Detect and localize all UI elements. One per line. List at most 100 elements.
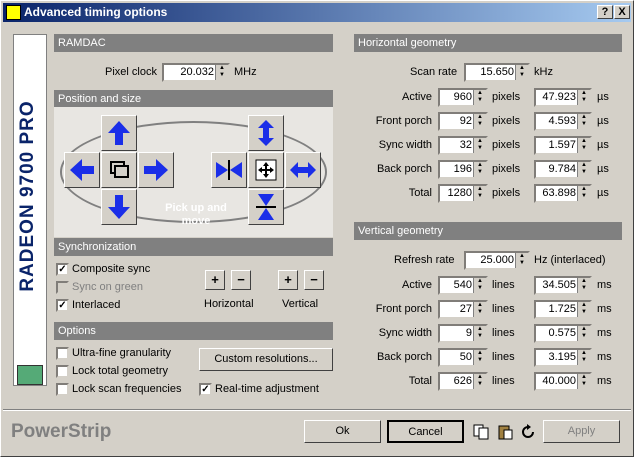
close-button[interactable]: X bbox=[614, 5, 630, 19]
copy-icon[interactable] bbox=[473, 424, 489, 440]
horizontal-row-time-spinner[interactable]: 9.784 ▲ ▼ bbox=[534, 160, 592, 179]
horizontal-row-time-spinner[interactable]: 4.593 ▲ ▼ bbox=[534, 112, 592, 131]
sync-header: Synchronization bbox=[54, 238, 333, 256]
spinner-arrows-icon[interactable]: ▲ ▼ bbox=[515, 253, 528, 268]
spinner-arrows-icon[interactable]: ▲ ▼ bbox=[577, 114, 590, 129]
ok-button[interactable]: Ok bbox=[304, 420, 381, 443]
vertical-row-time-spinner[interactable]: 3.195 ▲ ▼ bbox=[534, 348, 592, 367]
vertical-row-value: 540 bbox=[453, 279, 472, 291]
window-title: Advanced timing options bbox=[24, 5, 168, 19]
arrow-vertical-shrink-icon bbox=[256, 194, 276, 220]
arrow-down-icon bbox=[108, 195, 130, 219]
vertical-row-time-unit: ms bbox=[597, 279, 612, 291]
horizontal-row-time-spinner[interactable]: 63.898 ▲ ▼ bbox=[534, 184, 592, 203]
pixel-clock-spinner[interactable]: 20.032 ▲ ▼ bbox=[162, 63, 230, 82]
scan-rate-unit: kHz bbox=[534, 66, 553, 78]
refresh-rate-spinner[interactable]: 25.000 ▲ ▼ bbox=[464, 251, 530, 270]
horizontal-row-value: 196 bbox=[453, 163, 472, 175]
spinner-arrows-icon[interactable]: ▲ ▼ bbox=[577, 374, 590, 389]
vertical-row-time-spinner[interactable]: 1.725 ▲ ▼ bbox=[534, 300, 592, 319]
refresh-icon[interactable] bbox=[520, 424, 536, 440]
lock-total-checkbox[interactable] bbox=[56, 365, 69, 378]
horizontal-sync-plus-button[interactable]: + bbox=[205, 270, 225, 290]
lock-scan-checkbox[interactable] bbox=[56, 383, 69, 396]
pixel-clock-unit: MHz bbox=[234, 66, 257, 78]
windows-icon bbox=[110, 161, 129, 178]
spinner-arrows-icon[interactable]: ▲ ▼ bbox=[577, 326, 590, 341]
ramdac-header: RAMDAC bbox=[54, 34, 333, 52]
composite-sync-checkbox[interactable]: ✓ bbox=[56, 263, 69, 276]
interlaced-checkbox[interactable]: ✓ bbox=[56, 299, 69, 312]
horizontal-row-time-spinner[interactable]: 1.597 ▲ ▼ bbox=[534, 136, 592, 155]
vertical-row-time-spinner[interactable]: 40.000 ▲ ▼ bbox=[534, 372, 592, 391]
lock-total-label: Lock total geometry bbox=[72, 365, 168, 377]
realtime-adjustment-checkbox[interactable]: ✓ bbox=[199, 383, 212, 396]
paste-icon[interactable] bbox=[497, 424, 513, 440]
spinner-arrows-icon[interactable]: ▲ ▼ bbox=[515, 65, 528, 80]
vertical-row-time-spinner[interactable]: 34.505 ▲ ▼ bbox=[534, 276, 592, 295]
vertical-sync-label: Vertical bbox=[282, 298, 319, 310]
help-button[interactable]: ? bbox=[597, 5, 613, 19]
interlaced-label: Interlaced bbox=[72, 299, 121, 311]
horizontal-row-value: 1280 bbox=[447, 187, 472, 199]
spinner-arrows-icon[interactable]: ▲ ▼ bbox=[577, 90, 590, 105]
vertical-row-value: 27 bbox=[459, 303, 472, 315]
footer-divider bbox=[3, 409, 631, 411]
narrower-button[interactable] bbox=[211, 152, 247, 188]
horizontal-row-time-spinner[interactable]: 47.923 ▲ ▼ bbox=[534, 88, 592, 107]
vertical-row-time-unit: ms bbox=[597, 303, 612, 315]
spinner-arrows-icon[interactable]: ▲ ▼ bbox=[215, 65, 228, 80]
vertical-row-time-spinner[interactable]: 0.575 ▲ ▼ bbox=[534, 324, 592, 343]
graphics-card-icon bbox=[17, 365, 43, 385]
horizontal-row-time-value: 4.593 bbox=[548, 115, 576, 127]
vertical-row-time-value: 1.725 bbox=[548, 303, 576, 315]
pixel-clock-value: 20.032 bbox=[180, 66, 214, 78]
ultra-fine-label: Ultra-fine granularity bbox=[72, 347, 172, 359]
horizontal-sync-label: Horizontal bbox=[204, 298, 254, 310]
position-header: Position and size bbox=[54, 90, 333, 108]
horizontal-row-time-value: 63.898 bbox=[542, 187, 576, 199]
horizontal-row-time-unit: µs bbox=[597, 187, 609, 199]
spinner-arrows-icon[interactable]: ▲ ▼ bbox=[577, 278, 590, 293]
vertical-row-time-value: 40.000 bbox=[542, 375, 576, 387]
move-pickup-button[interactable] bbox=[248, 152, 284, 188]
move-cross-icon bbox=[255, 159, 277, 181]
scan-rate-spinner[interactable]: 15.650 ▲ ▼ bbox=[464, 63, 530, 82]
apply-button: Apply bbox=[543, 420, 620, 443]
position-area[interactable]: Pick up and move bbox=[54, 107, 333, 237]
horizontal-row-value: 32 bbox=[459, 139, 472, 151]
move-left-button[interactable] bbox=[64, 152, 100, 188]
horizontal-row-time-unit: µs bbox=[597, 115, 609, 127]
vertical-row-time-value: 0.575 bbox=[548, 327, 576, 339]
lock-scan-label: Lock scan frequencies bbox=[72, 383, 182, 395]
custom-resolutions-button[interactable]: Custom resolutions... bbox=[199, 348, 333, 371]
vertical-header: Vertical geometry bbox=[354, 222, 622, 240]
center-button[interactable] bbox=[101, 152, 137, 188]
move-up-button[interactable] bbox=[101, 115, 137, 151]
horizontal-row-time-unit: µs bbox=[597, 163, 609, 175]
options-header: Options bbox=[54, 322, 333, 340]
spinner-arrows-icon[interactable]: ▲ ▼ bbox=[577, 350, 590, 365]
vertical-sync-minus-button[interactable]: − bbox=[304, 270, 324, 290]
vertical-sync-plus-button[interactable]: + bbox=[278, 270, 298, 290]
move-right-button[interactable] bbox=[138, 152, 174, 188]
spinner-arrows-icon[interactable]: ▲ ▼ bbox=[577, 186, 590, 201]
sync-on-green-checkbox bbox=[56, 281, 69, 294]
composite-sync-label: Composite sync bbox=[72, 263, 151, 275]
shorter-button[interactable] bbox=[248, 189, 284, 225]
spinner-arrows-icon[interactable]: ▲ ▼ bbox=[577, 162, 590, 177]
realtime-adjustment-label: Real-time adjustment bbox=[215, 383, 319, 395]
ultra-fine-checkbox[interactable] bbox=[56, 347, 69, 360]
taller-button[interactable] bbox=[248, 115, 284, 151]
wider-button[interactable] bbox=[285, 152, 321, 188]
title-bar[interactable]: Advanced timing options ? X bbox=[3, 3, 631, 22]
spinner-arrows-icon[interactable]: ▲ ▼ bbox=[577, 302, 590, 317]
horizontal-sync-minus-button[interactable]: − bbox=[231, 270, 251, 290]
move-down-button[interactable] bbox=[101, 189, 137, 225]
horizontal-header: Horizontal geometry bbox=[354, 34, 622, 52]
horizontal-row-time-unit: µs bbox=[597, 139, 609, 151]
arrow-horizontal-shrink-icon bbox=[216, 160, 242, 180]
vertical-row-time-value: 34.505 bbox=[542, 279, 576, 291]
cancel-button[interactable]: Cancel bbox=[387, 420, 464, 443]
spinner-arrows-icon[interactable]: ▲ ▼ bbox=[577, 138, 590, 153]
